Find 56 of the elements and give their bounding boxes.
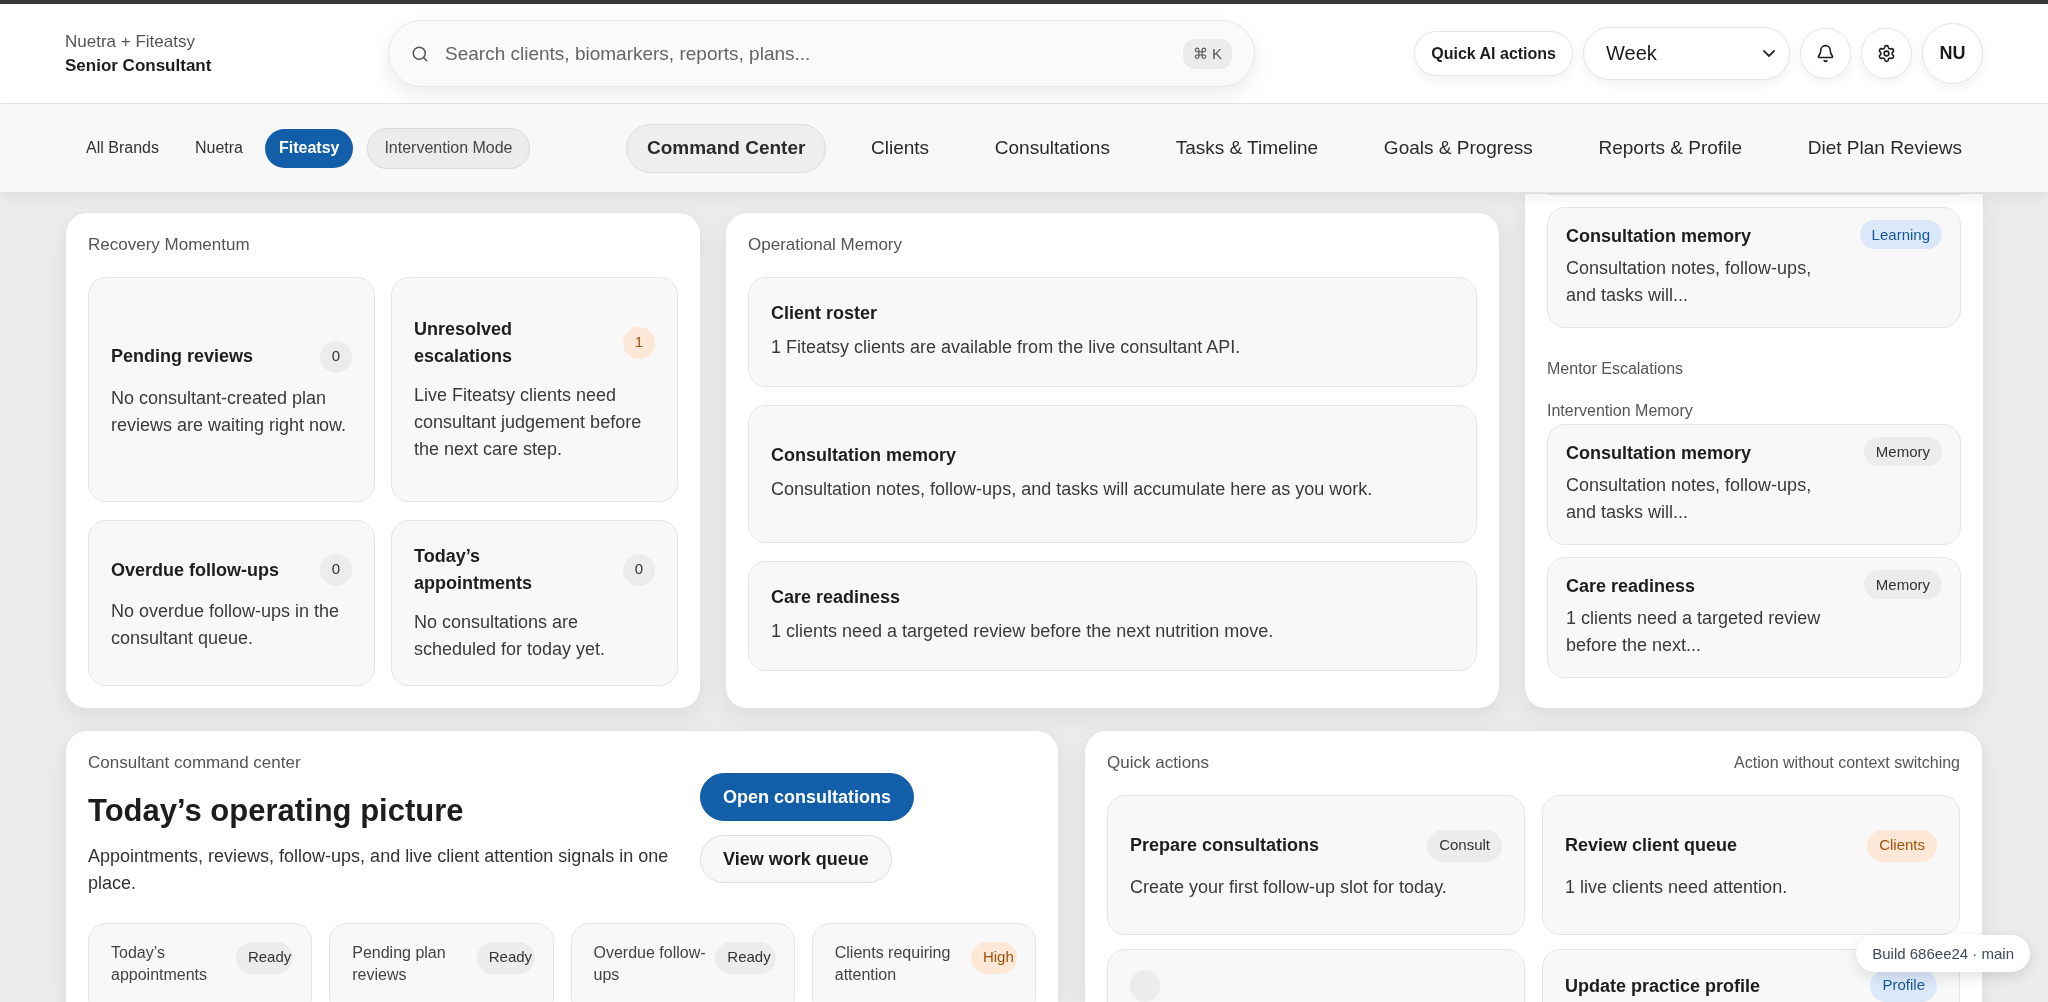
metric-label: Today’s appointments [111,943,209,985]
item-text: Consultation notes, follow-ups, and tasks will... [1566,474,1813,524]
item-title: Client roster [771,303,879,324]
item-text: Consultation notes, follow-ups, and tasks will... [1566,257,1813,307]
metric-text: No overdue follow-ups in the consultant queue. [111,600,341,650]
shortcut-hint: ⌘ K [1182,38,1232,69]
metric-title: Pending reviews [111,345,254,368]
action-tag: Consult [1427,829,1502,862]
count-badge: 0 [622,554,655,586]
card-title: Recovery Momentum [88,235,251,255]
status-tag: Ready [235,942,294,974]
status-tag: Ready [715,942,776,974]
count-badge: 1 [622,327,655,359]
build-toast: Build 686ee24 · main [1856,935,2030,972]
action-title: Prepare consultations [1130,835,1320,856]
section-label: Intervention Memory [1547,402,1694,420]
user-role: Senior Consultant [65,55,213,76]
count-badge: 0 [319,554,352,586]
action-text: 1 live clients need attention. [1565,875,1789,899]
item-title: Consultation memory [1566,226,1753,247]
card-hint: Action without context switching [1734,754,1960,772]
card-title: Consultant command center [88,753,302,773]
section-heading: Today’s operating picture [88,793,465,829]
status-tag: Memory [1863,437,1942,466]
metric-label: Pending plan reviews [352,943,447,985]
card-title: Operational Memory [748,235,903,255]
item-title: Consultation memory [771,445,958,466]
item-title: Consultation memory [1566,443,1753,464]
metric-title: Today’s appointments [414,545,533,595]
item-text: 1 clients need a targeted review before the next... [1566,607,1822,657]
metric-title: Unresolved escalations [414,318,514,368]
status-tag: Ready [476,942,535,974]
item-title: Care readiness [771,587,902,608]
metric-text: Live Fiteatsy clients need consultant judgement before the next care step. [414,384,643,461]
action-title: Update practice profile [1565,975,1761,997]
count-badge: 0 [319,340,352,373]
item-text: 1 Fiteatsy clients are available from the live consultant API. [771,336,1242,359]
metric-text: No consultant-created plan reviews are waiting right now. [111,386,348,437]
status-tag: High [970,942,1017,974]
item-text: 1 clients need a targeted review before the next nutrition move. [771,620,1275,643]
metric-text: No consultations are scheduled for today yet. [414,611,607,661]
metric-label: Clients requiring attention [834,943,952,985]
item-title: Care readiness [1566,576,1697,597]
status-tag: Learning [1859,220,1942,249]
action-title: Review client queue [1565,835,1738,856]
metric-label: Overdue follow-ups [593,943,707,985]
card-title: Quick actions [1107,753,1210,773]
section-label: Mentor Escalations [1547,360,1685,378]
action-tag: Clients [1867,829,1937,862]
action-tag: Profile [1870,970,1937,1002]
status-tag: Memory [1863,570,1942,599]
description: Appointments, reviews, follow-ups, and live client attention signals in one place. [88,845,670,895]
action-text: Create your first follow-up slot for today. [1130,875,1448,899]
metric-title: Overdue follow-ups [111,558,279,582]
workspace-name: Nuetra + Fiteatsy [65,31,196,52]
item-text: Consultation notes, follow-ups, and tasks will accumulate here as you work. [771,478,1374,501]
